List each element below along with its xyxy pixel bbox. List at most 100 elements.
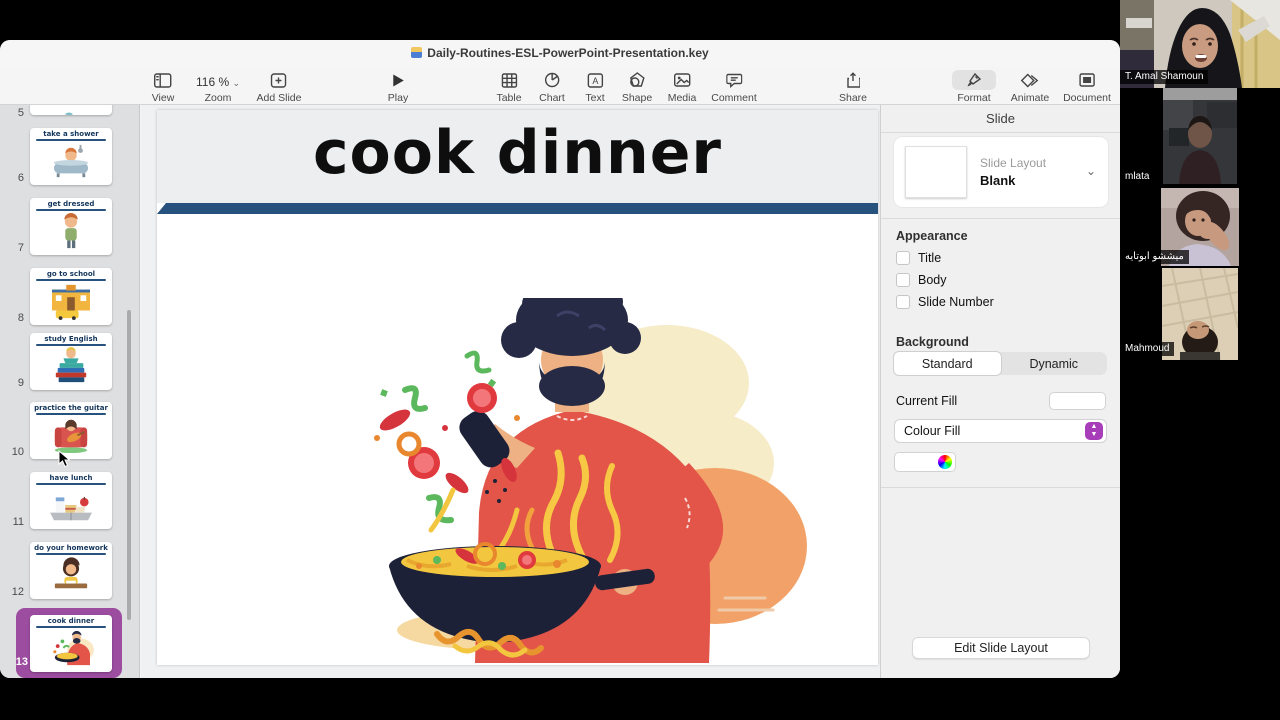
media-toolbar-button[interactable]: Media (668, 70, 697, 104)
keynote-doc-icon (411, 47, 423, 58)
checkbox[interactable] (896, 251, 910, 265)
cooking-illustration[interactable] (367, 284, 807, 665)
slide-thumbnail[interactable]: go to school (30, 268, 112, 325)
view-icon (152, 70, 175, 90)
toolbar-label: View (151, 92, 175, 104)
fill-type-select[interactable]: Colour Fill ▲ ▼ (894, 419, 1107, 443)
play-toolbar-button[interactable]: Play (388, 70, 408, 104)
zoom-toolbar-button[interactable]: 116 % ⌄ Zoom (196, 70, 240, 105)
comment-toolbar-button[interactable]: Comment (711, 70, 757, 104)
slide-thumbnail[interactable] (30, 105, 112, 115)
appearance-option-title: Title (896, 251, 941, 265)
document-icon (1063, 70, 1111, 90)
slide-number: 6 (17, 172, 24, 184)
video-participant-tile[interactable]: ميششو ابوتايه (1120, 188, 1280, 268)
slide-thumbnail[interactable]: do your homework (30, 542, 112, 599)
share-toolbar-button[interactable]: Share (839, 70, 867, 104)
media-icon (668, 70, 697, 90)
toolbar-label: Comment (711, 92, 757, 104)
slide-number: 5 (17, 107, 24, 119)
share-icon (839, 70, 867, 90)
slide-layout-card[interactable]: Slide Layout Blank ⌄ (894, 137, 1108, 207)
toolbar-label: Table (496, 92, 522, 104)
animate-icon (1011, 70, 1050, 90)
dressed-thumb-illustration (30, 211, 112, 251)
animate-toolbar-button[interactable]: Animate (1011, 70, 1050, 104)
screen: Daily-Routines-ESL-PowerPoint-Presentati… (0, 0, 1280, 720)
checkbox[interactable] (896, 295, 910, 309)
chevron-down-icon[interactable]: ⌄ (1086, 164, 1096, 178)
current-slide[interactable]: cook dinner (157, 110, 878, 665)
slide-accent-bar[interactable] (157, 203, 878, 214)
checkbox-label: Slide Number (918, 295, 994, 309)
slide-thumbnail[interactable]: have lunch (30, 472, 112, 529)
appearance-option-slide-number: Slide Number (896, 295, 994, 309)
svg-text:A: A (592, 76, 598, 86)
format-toolbar-button[interactable]: Format (952, 70, 996, 104)
toolbar-label: Share (838, 92, 868, 104)
window-titlebar: Daily-Routines-ESL-PowerPoint-Presentati… (0, 40, 1120, 66)
text-toolbar-button[interactable]: A Text (585, 70, 605, 104)
slide-number: 8 (17, 312, 24, 324)
mouse-cursor (58, 450, 71, 468)
participant-name: ميششو ابوتايه (1120, 250, 1189, 264)
tab-standard[interactable]: Standard (893, 351, 1002, 376)
format-icon (952, 70, 996, 90)
slide-canvas[interactable]: cook dinner (141, 105, 880, 678)
homework-thumb-illustration (30, 555, 112, 595)
slide-thumbnail[interactable]: study English (30, 333, 112, 390)
zoom-value[interactable]: 116 % ⌄ (196, 75, 240, 89)
table-toolbar-button[interactable]: Table (496, 70, 522, 104)
thumbnail-title: cook dinner (47, 617, 95, 625)
tab-dynamic[interactable]: Dynamic (1001, 352, 1108, 375)
slide-thumbnail[interactable]: get dressed (30, 198, 112, 255)
video-call-strip: T. Amal Shamoun mlata ميششو ابوتايه Mahm… (1120, 0, 1280, 720)
stepper-icon[interactable]: ▲ ▼ (1085, 422, 1103, 440)
background-heading: Background (896, 335, 969, 349)
sidebar-scrollbar[interactable] (127, 310, 131, 620)
toolbar-label: Chart (539, 92, 565, 104)
chart-toolbar-button[interactable]: Chart (539, 70, 565, 104)
thumbnail-title: practice the guitar (34, 404, 108, 412)
video-participant-tile[interactable]: Mahmoud (1120, 268, 1280, 360)
slide-thumbnail[interactable]: cook dinner (30, 615, 112, 672)
school-thumb-illustration (30, 281, 112, 321)
slide-title[interactable]: cook dinner (157, 118, 878, 188)
shower-thumb-illustration (30, 141, 112, 181)
keynote-window: Daily-Routines-ESL-PowerPoint-Presentati… (0, 40, 1120, 678)
current-fill-swatch[interactable] (1049, 392, 1106, 410)
slide-number: 7 (17, 242, 24, 254)
english-thumb-illustration (30, 346, 112, 386)
slide-title-band[interactable]: cook dinner (157, 110, 878, 203)
appearance-option-body: Body (896, 273, 947, 287)
slide-thumbnail-selected[interactable]: 13 cook dinner (16, 608, 122, 678)
video-participant-tile[interactable]: mlata (1120, 88, 1280, 188)
chart-icon (539, 70, 565, 90)
document-toolbar-button[interactable]: Document (1063, 70, 1111, 104)
view-toolbar-button[interactable]: View (151, 70, 175, 104)
background-tabs: Standard Dynamic (893, 351, 1108, 376)
participant-name: mlata (1120, 170, 1155, 184)
slide-number: 12 (11, 586, 24, 598)
toolbar-label: Format (957, 92, 991, 104)
color-wheel-icon[interactable] (938, 455, 952, 469)
slide-thumbnail[interactable]: practice the guitar (30, 402, 112, 459)
add-slide-toolbar-button[interactable]: Add Slide (257, 70, 301, 104)
text-icon: A (585, 70, 604, 90)
edit-slide-layout-button[interactable]: Edit Slide Layout (912, 637, 1090, 659)
table-icon (496, 70, 521, 90)
video-participant-tile[interactable]: T. Amal Shamoun (1120, 0, 1280, 88)
dark-room-person-video (1163, 88, 1237, 188)
shape-toolbar-button[interactable]: Shape (622, 70, 652, 104)
toolbar-label: Text (585, 92, 605, 104)
thumbnail-title: go to school (46, 270, 96, 278)
toolbar-label: Zoom (204, 92, 232, 104)
fill-color-well[interactable] (894, 452, 956, 472)
document-title: Daily-Routines-ESL-PowerPoint-Presentati… (0, 46, 1120, 60)
slide-layout-thumbnail (905, 146, 967, 198)
checkbox[interactable] (896, 273, 910, 287)
play-icon (388, 70, 408, 90)
checkbox-label: Body (918, 273, 947, 287)
slide-thumbnail[interactable]: take a shower (30, 128, 112, 185)
toolbar-label: Play (387, 92, 409, 104)
